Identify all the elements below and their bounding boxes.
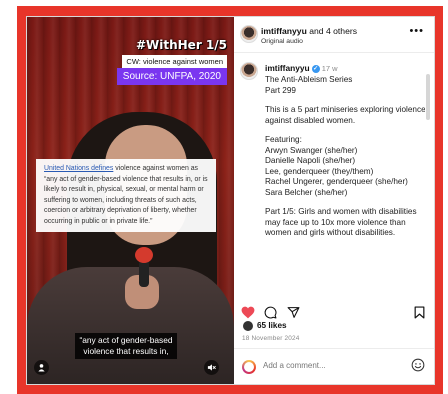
original-audio-link[interactable]: Original audio bbox=[261, 38, 303, 45]
caption-paragraph: Part 1/5: Girls and women with disabilit… bbox=[265, 207, 417, 237]
quote-text: violence against women as “any act of ge… bbox=[44, 165, 208, 225]
avatar[interactable] bbox=[240, 25, 258, 43]
speaker-muted-icon[interactable] bbox=[204, 360, 219, 375]
definition-quote-box: United Nations defines violence against … bbox=[36, 159, 216, 232]
caption-scrollbar[interactable] bbox=[426, 74, 430, 120]
likes-text[interactable]: 65 likes bbox=[257, 321, 287, 330]
microphone-head bbox=[135, 247, 153, 263]
post-header: imtiffanyyu and 4 others Original audio … bbox=[234, 17, 434, 53]
source-badge: Source: UNFPA, 2020 bbox=[116, 68, 227, 85]
post-card: #WithHer 1/5 CW: violence against women … bbox=[27, 17, 434, 384]
caption-paragraph: Featuring: Arwyn Swanger (she/her) Danie… bbox=[265, 135, 408, 197]
bookmark-icon[interactable] bbox=[414, 306, 425, 324]
hashtag-overlay: #WithHer 1/5 bbox=[135, 38, 227, 52]
liker-avatar bbox=[242, 320, 254, 332]
content-warning-label: CW: violence against women bbox=[122, 55, 227, 68]
header-others[interactable]: and 4 others bbox=[307, 26, 357, 36]
caption-paragraph: The Anti-Ableism Series Part 299 bbox=[265, 75, 353, 95]
caption-paragraph: This is a 5 part miniseries exploring vi… bbox=[265, 105, 425, 125]
comment-bar bbox=[234, 348, 434, 384]
caption-header: imtiffanyyu ✓ 17 w bbox=[265, 63, 338, 73]
caption-username[interactable]: imtiffanyyu bbox=[265, 63, 310, 73]
caption-body: The Anti-Ableism Series Part 299 This is… bbox=[265, 75, 425, 248]
caption-time[interactable]: 17 w bbox=[322, 64, 338, 73]
current-user-avatar bbox=[242, 360, 256, 374]
reel-video[interactable]: #WithHer 1/5 CW: violence against women … bbox=[27, 17, 234, 384]
header-username[interactable]: imtiffanyyu and 4 others bbox=[261, 26, 357, 36]
emoji-icon[interactable] bbox=[411, 358, 425, 372]
person-icon[interactable] bbox=[34, 360, 49, 375]
verified-icon: ✓ bbox=[311, 64, 320, 73]
microphone bbox=[139, 259, 149, 287]
share-icon[interactable] bbox=[287, 306, 300, 324]
comment-input[interactable] bbox=[263, 361, 403, 370]
post-side-panel: imtiffanyyu and 4 others Original audio … bbox=[234, 17, 434, 384]
quote-link: United Nations defines bbox=[44, 165, 114, 172]
likes-count[interactable]: 65 likes bbox=[242, 320, 287, 332]
video-subtitle: “any act of gender-based violence that r… bbox=[75, 333, 177, 359]
caption-area: imtiffanyyu ✓ 17 w The Anti-Ableism Series… bbox=[240, 57, 425, 301]
more-icon[interactable]: ••• bbox=[409, 25, 424, 37]
caption-avatar[interactable] bbox=[240, 62, 258, 80]
post-date: 18 November 2024 bbox=[242, 335, 300, 342]
header-username-main[interactable]: imtiffanyyu bbox=[261, 26, 307, 36]
